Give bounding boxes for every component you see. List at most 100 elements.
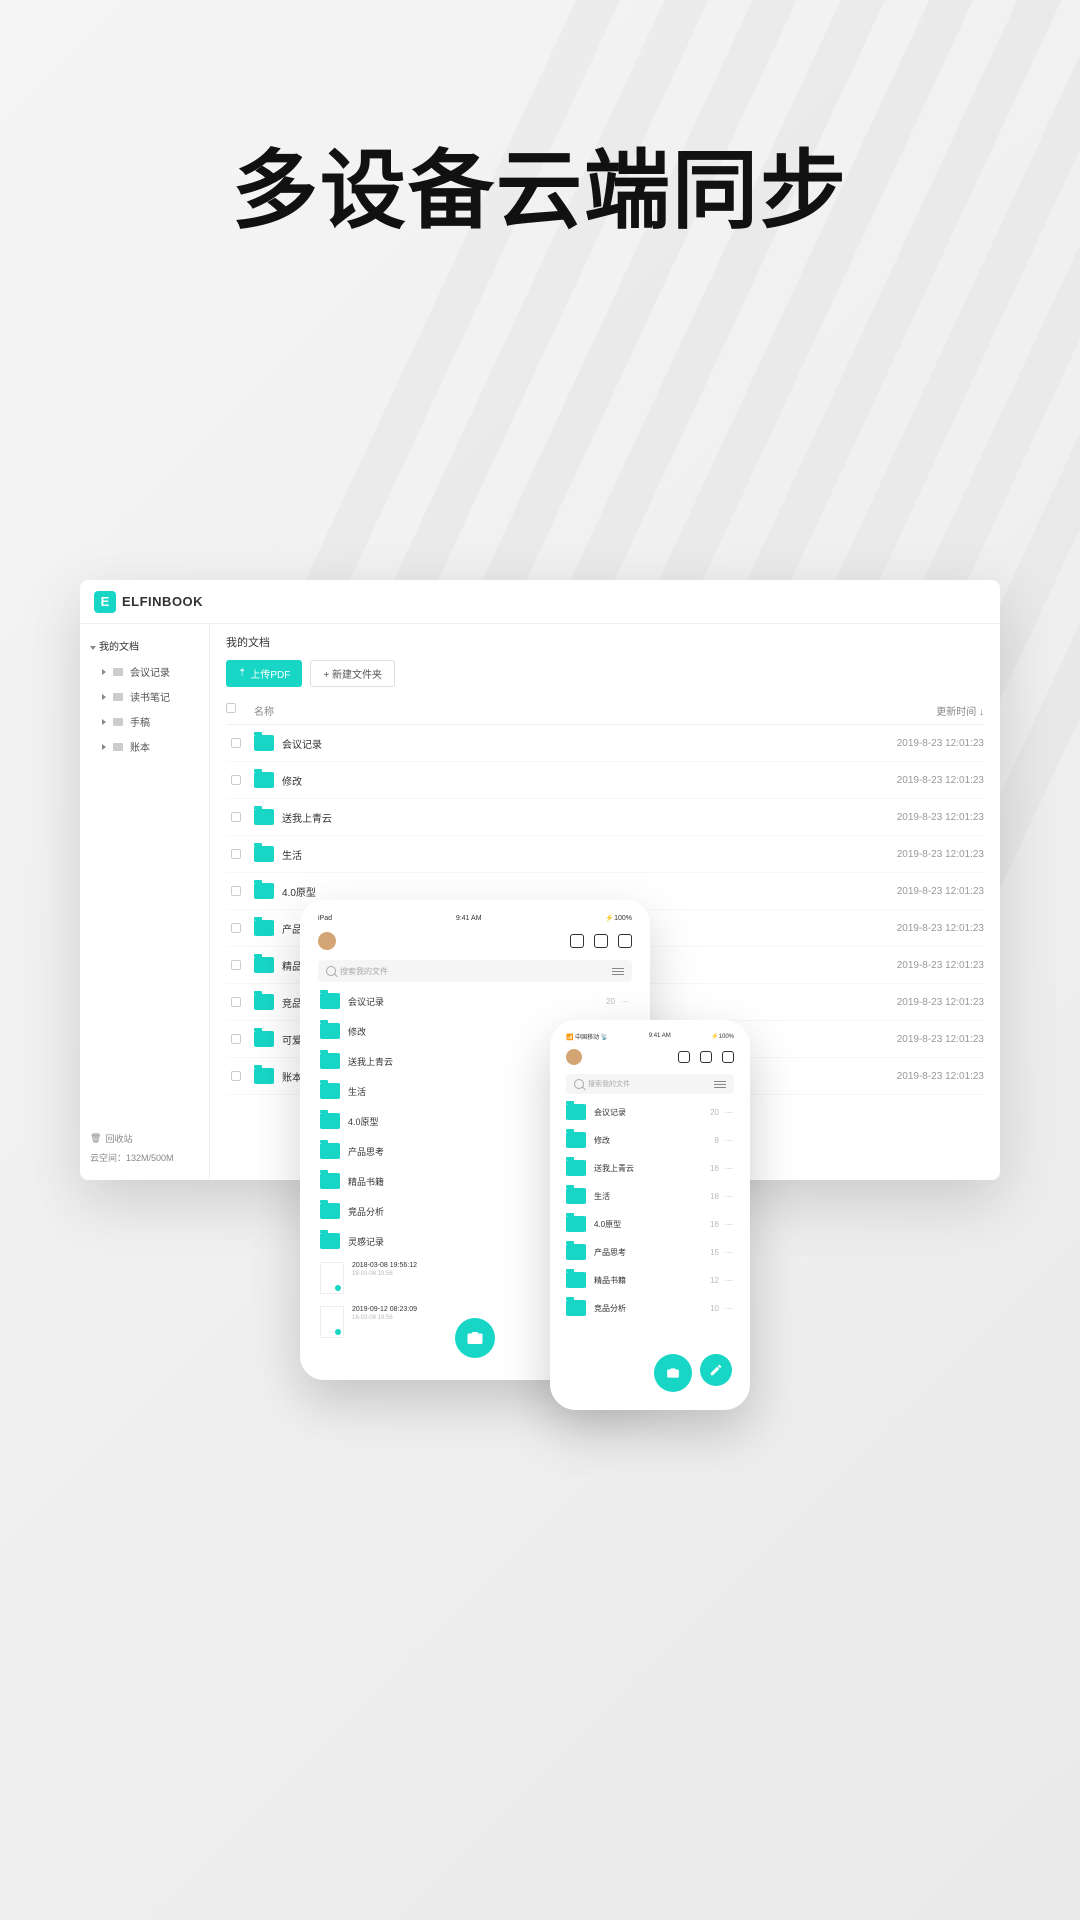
col-time[interactable]: 更新时间 ↓ (854, 703, 984, 718)
file-time: 2019-8-23 12:01:23 (854, 812, 984, 823)
clock-icon[interactable] (618, 934, 632, 948)
folder-icon (320, 1143, 340, 1159)
item-name: 送我上青云 (348, 1055, 393, 1068)
row-checkbox[interactable] (231, 812, 241, 822)
avatar[interactable] (318, 932, 336, 950)
check-icon[interactable] (678, 1051, 690, 1063)
file-time: 2019-8-23 12:01:23 (854, 775, 984, 786)
folder-icon (254, 846, 274, 862)
more-icon[interactable]: ⋯ (725, 1304, 734, 1313)
folder-icon (254, 1068, 274, 1084)
more-icon[interactable]: ⋯ (725, 1136, 734, 1145)
new-folder-button[interactable]: + 新建文件夹 (310, 660, 395, 687)
item-name: 精品书籍 (594, 1275, 626, 1286)
list-item[interactable]: 会议记录 20⋯ (558, 1098, 742, 1126)
camera-fab[interactable] (654, 1354, 692, 1392)
doc-date: 2019-09-12 08:23:09 (352, 1306, 417, 1313)
more-icon[interactable]: ⋯ (725, 1220, 734, 1229)
row-checkbox[interactable] (231, 849, 241, 859)
file-name: 4.0原型 (282, 884, 316, 899)
item-name: 竞品分析 (594, 1303, 626, 1314)
file-name: 修改 (282, 773, 302, 788)
list-item[interactable]: 竞品分析 10 ⋯ (558, 1294, 742, 1322)
folder-icon (320, 1023, 340, 1039)
row-checkbox[interactable] (231, 1071, 241, 1081)
row-checkbox[interactable] (231, 997, 241, 1007)
phone-search[interactable]: 搜索我的文件 (566, 1074, 734, 1094)
camera-fab[interactable] (455, 1318, 495, 1358)
folder-icon (254, 883, 274, 899)
more-icon[interactable]: ⋯ (725, 1276, 734, 1285)
add-icon[interactable] (700, 1051, 712, 1063)
row-checkbox[interactable] (231, 1034, 241, 1044)
check-icon[interactable] (570, 934, 584, 948)
row-checkbox[interactable] (231, 960, 241, 970)
file-name: 精品 (282, 958, 302, 973)
sidebar-item-ledger[interactable]: 账本 (80, 734, 209, 759)
more-icon[interactable]: ⋯ (725, 1192, 734, 1201)
tablet-search[interactable]: 搜索我的文件 (318, 960, 632, 982)
table-row[interactable]: 生活 2019-8-23 12:01:23 (226, 836, 984, 873)
file-time: 2019-8-23 12:01:23 (854, 1034, 984, 1045)
tablet-statusbar: iPad 9:41 AM ⚡100% (310, 910, 640, 926)
sidebar-item-reading[interactable]: 读书笔记 (80, 684, 209, 709)
table-row[interactable]: 修改 2019-8-23 12:01:23 (226, 762, 984, 799)
add-icon[interactable] (594, 934, 608, 948)
list-item[interactable]: 生活 18⋯ (558, 1182, 742, 1210)
item-count: 10 (710, 1304, 719, 1313)
list-item[interactable]: 修改 8⋯ (558, 1126, 742, 1154)
edit-fab[interactable] (700, 1354, 732, 1386)
item-name: 修改 (594, 1135, 610, 1146)
more-icon[interactable]: ⋯ (621, 997, 630, 1006)
more-icon[interactable]: ⋯ (725, 1108, 734, 1117)
table-row[interactable]: 送我上青云 2019-8-23 12:01:23 (226, 799, 984, 836)
more-icon[interactable]: ⋯ (725, 1248, 734, 1257)
item-count: 16 (710, 1164, 719, 1173)
item-name: 生活 (348, 1085, 366, 1098)
folder-icon (254, 957, 274, 973)
row-checkbox[interactable] (231, 775, 241, 785)
sidebar-item-draft[interactable]: 手稿 (80, 709, 209, 734)
more-icon[interactable]: ⋯ (725, 1164, 734, 1173)
upload-pdf-button[interactable]: ⇡上传PDF (226, 660, 302, 687)
tablet-appbar (310, 926, 640, 956)
avatar[interactable] (566, 1049, 582, 1065)
sidebar-root[interactable]: 我的文档 (80, 632, 209, 659)
table-row[interactable]: 会议记录 2019-8-23 12:01:23 (226, 725, 984, 762)
folder-icon (254, 809, 274, 825)
clock-icon[interactable] (722, 1051, 734, 1063)
folder-icon (320, 1233, 340, 1249)
list-item[interactable]: 4.0原型 16⋯ (558, 1210, 742, 1238)
item-name: 产品思考 (348, 1145, 384, 1158)
row-checkbox[interactable] (231, 923, 241, 933)
doc-subdate: 18-03-08 19:56 (352, 1271, 417, 1277)
item-count: 18 (710, 1192, 719, 1201)
menu-icon[interactable] (714, 1081, 726, 1088)
file-name: 可爱 (282, 1032, 302, 1047)
row-checkbox[interactable] (231, 886, 241, 896)
list-item[interactable]: 产品思考 15⋯ (558, 1238, 742, 1266)
sidebar-item-meeting[interactable]: 会议记录 (80, 659, 209, 684)
row-checkbox[interactable] (231, 738, 241, 748)
list-item[interactable]: 精品书籍 12⋯ (558, 1266, 742, 1294)
file-time: 2019-8-23 12:01:23 (854, 1071, 984, 1082)
file-time: 2019-8-23 12:01:23 (854, 886, 984, 897)
select-all-checkbox[interactable] (226, 703, 236, 713)
col-name[interactable]: 名称 (246, 703, 854, 718)
camera-icon (666, 1366, 680, 1380)
list-item[interactable]: 会议记录 20⋯ (310, 986, 640, 1016)
file-name: 账本 (282, 1069, 302, 1084)
upload-icon: ⇡ (238, 668, 246, 679)
doc-thumbnail (320, 1306, 344, 1338)
trash-link[interactable]: 🗑回收站 (90, 1132, 199, 1145)
folder-icon (566, 1272, 586, 1288)
item-count: 20 (710, 1108, 719, 1117)
item-count: 16 (710, 1220, 719, 1229)
folder-icon (566, 1216, 586, 1232)
file-time: 2019-8-23 12:01:23 (854, 960, 984, 971)
menu-icon[interactable] (612, 968, 624, 975)
doc-thumbnail (320, 1262, 344, 1294)
item-count: 15 (710, 1248, 719, 1257)
folder-icon (320, 1053, 340, 1069)
list-item[interactable]: 送我上青云 16⋯ (558, 1154, 742, 1182)
